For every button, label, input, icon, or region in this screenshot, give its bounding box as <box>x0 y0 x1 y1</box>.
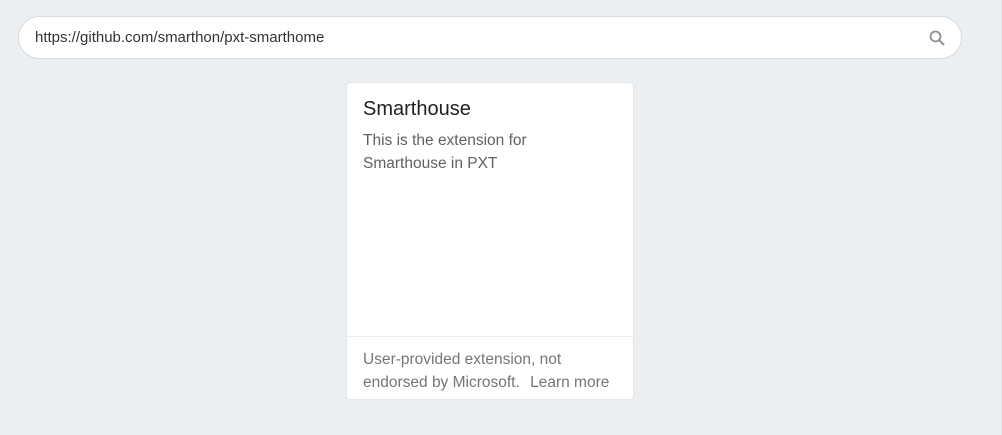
search-icon[interactable] <box>927 28 947 48</box>
search-bar <box>18 16 962 59</box>
card-title: Smarthouse <box>363 98 471 120</box>
card-body: Smarthouse This is the extension for Sma… <box>347 83 633 336</box>
extension-card-smarthouse[interactable]: Smarthouse This is the extension for Sma… <box>346 82 634 400</box>
learn-more-link[interactable]: Learn more <box>530 374 609 391</box>
extension-url-input[interactable] <box>35 17 927 58</box>
card-footer: User-provided extension, not endorsed by… <box>347 336 633 394</box>
card-description: This is the extension for Smarthouse in … <box>363 132 527 172</box>
